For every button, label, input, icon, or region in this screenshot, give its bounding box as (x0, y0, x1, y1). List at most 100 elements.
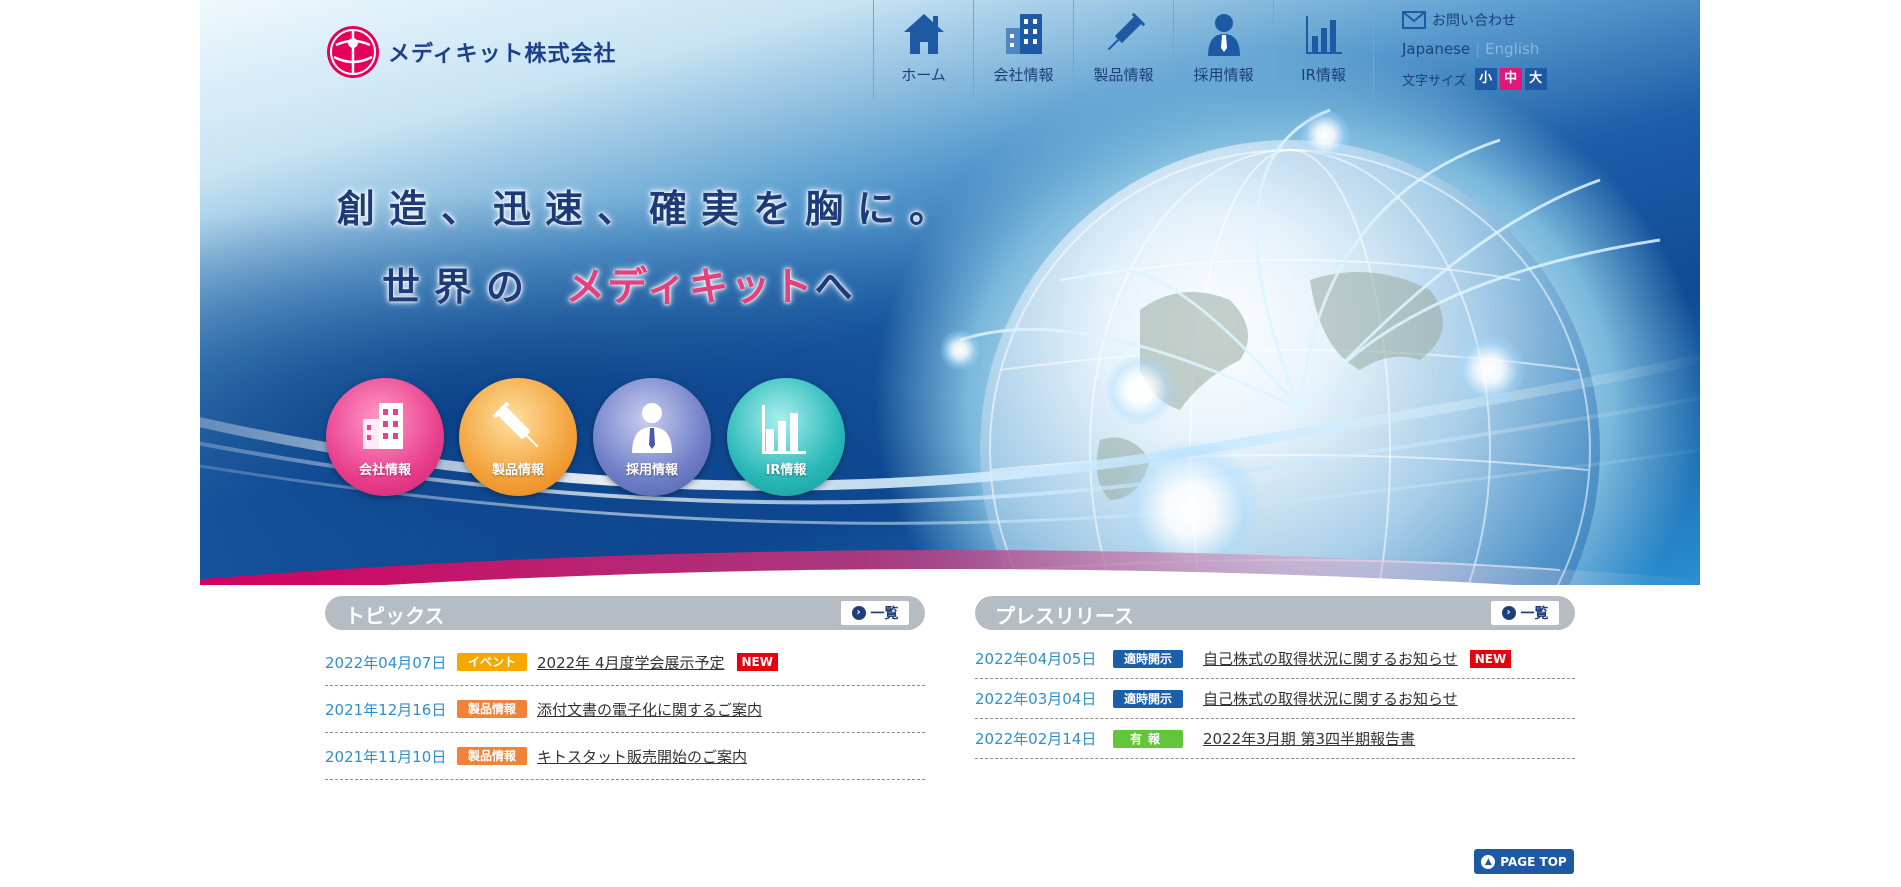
nav-item-label: IR情報 (1301, 66, 1346, 84)
list-item: 2022年04月07日 イベント 2022年 4月度学会展示予定 NEW (325, 639, 925, 686)
person-icon (1207, 14, 1240, 56)
glow-point (1105, 355, 1175, 425)
circle-link-label: 採用情報 (625, 463, 678, 478)
item-date: 2021年12月16日 (325, 700, 447, 719)
press-header: プレスリリース › 一覧 (975, 596, 1575, 630)
font-size-large-button[interactable]: 大 (1524, 68, 1547, 90)
chevron-up-icon: ▲ (1481, 854, 1496, 869)
circle-link-ir[interactable]: IR情報 (727, 378, 845, 496)
list-item: 2021年11月10日 製品情報 キトスタット販売開始のご案内 (325, 733, 925, 780)
hero-bottom-curve (200, 550, 1700, 585)
category-badge: 有報 (1113, 729, 1183, 748)
new-badge: NEW (736, 653, 778, 671)
list-item: 2021年12月16日 製品情報 添付文書の電子化に関するご案内 (325, 686, 925, 733)
topics-list-button[interactable]: › 一覧 (841, 601, 909, 625)
lang-english-link[interactable]: English (1485, 40, 1539, 58)
chevron-right-icon: › (851, 606, 866, 620)
lang-separator: | (1475, 40, 1481, 58)
category-badge: 適時開示 (1113, 689, 1183, 708)
nav-item-ir[interactable]: IR情報 (1274, 0, 1374, 99)
nav-item-products[interactable]: 製品情報 (1074, 0, 1174, 99)
font-size-switch: 文字サイズ 小 中 大 (1402, 68, 1547, 90)
glow-point (1300, 110, 1350, 160)
font-size-label: 文字サイズ (1402, 73, 1467, 89)
bar-chart-icon (762, 405, 806, 454)
topics-title: トピックス (345, 604, 445, 628)
topics-list: 2022年04月07日 イベント 2022年 4月度学会展示予定 NEW 202… (325, 639, 925, 780)
circle-link-label: 会社情報 (358, 463, 411, 478)
item-link[interactable]: 2022年 4月度学会展示予定 (537, 652, 725, 673)
content-stage: 創造、迅速、確実を胸に。 世界の メディキットへ 会社情報 製品情報 採用情報 … (200, 0, 1700, 887)
press-list-button[interactable]: › 一覧 (1491, 601, 1559, 625)
language-switch: Japanese | English (1402, 40, 1547, 58)
contact-label: お問い合わせ (1432, 13, 1516, 29)
list-button-label: 一覧 (1520, 606, 1549, 622)
circle-link-company[interactable]: 会社情報 (326, 378, 444, 496)
hero-tagline-brand: メディキット (565, 264, 815, 310)
list-item: 2022年04月05日 適時開示 自己株式の取得状況に関するお知らせ NEW (975, 639, 1575, 679)
font-size-medium-button[interactable]: 中 (1499, 68, 1522, 90)
item-link[interactable]: 自己株式の取得状況に関するお知らせ (1203, 688, 1458, 709)
press-title: プレスリリース (995, 604, 1134, 628)
network-arcs (959, 108, 1661, 412)
category-badge: イベント (457, 653, 527, 671)
circle-link-label: 製品情報 (491, 463, 544, 478)
category-badge: 製品情報 (457, 700, 527, 718)
chevron-right-icon: › (1501, 606, 1516, 620)
nav-item-label: 会社情報 (993, 66, 1054, 84)
syringe-icon (1107, 12, 1145, 51)
page-top-label: PAGE TOP (1500, 854, 1567, 869)
syringe-icon (492, 401, 539, 448)
nav-item-home[interactable]: ホーム (874, 0, 974, 99)
item-date: 2022年03月04日 (975, 690, 1097, 708)
building-icon (363, 403, 403, 449)
list-item: 2022年02月14日 有報 2022年3月期 第3四半期報告書 (975, 719, 1575, 759)
person-icon (632, 403, 672, 453)
item-date: 2022年02月14日 (975, 730, 1097, 748)
item-link[interactable]: キトスタット販売開始のご案内 (537, 746, 747, 767)
item-link[interactable]: 添付文書の電子化に関するご案内 (537, 699, 762, 720)
page: 創造、迅速、確実を胸に。 世界の メディキットへ 会社情報 製品情報 採用情報 … (0, 0, 1901, 887)
utility-nav: お問い合わせ Japanese | English 文字サイズ 小 中 大 (1402, 10, 1547, 90)
building-icon (1005, 14, 1042, 54)
glow-point (1455, 335, 1525, 405)
press-panel: プレスリリース › 一覧 2022年04月05日 適時開示 自己株式の取得状況に関… (975, 596, 1575, 759)
hero-tagline-prefix: 世界の (382, 264, 539, 309)
item-link[interactable]: 2022年3月期 第3四半期報告書 (1203, 728, 1415, 749)
page-top-button[interactable]: ▲ PAGE TOP (1474, 849, 1574, 874)
category-badge: 製品情報 (457, 747, 527, 765)
item-date: 2021年11月10日 (325, 747, 447, 766)
mail-icon (1402, 11, 1426, 29)
item-date: 2022年04月05日 (975, 650, 1097, 668)
circle-link-label: IR情報 (765, 463, 807, 478)
lang-japanese-link[interactable]: Japanese (1402, 40, 1470, 58)
list-button-label: 一覧 (870, 606, 899, 622)
circle-link-recruit[interactable]: 採用情報 (593, 378, 711, 496)
hero-tagline-line2: 世界の メディキットへ (382, 254, 866, 312)
hero-tagline-suffix: へ (814, 264, 867, 309)
circle-link-products[interactable]: 製品情報 (459, 378, 577, 496)
press-list: 2022年04月05日 適時開示 自己株式の取得状況に関するお知らせ NEW 2… (975, 639, 1575, 759)
new-badge: NEW (1469, 649, 1512, 668)
nav-item-label: ホーム (901, 66, 946, 84)
company-logo[interactable]: メディキット株式会社 (326, 25, 616, 79)
font-size-small-button[interactable]: 小 (1474, 68, 1497, 90)
bar-chart-icon (1305, 16, 1342, 54)
item-date: 2022年04月07日 (325, 653, 447, 672)
global-nav: ホーム 会社情報 製品情報 採用情報 IR情報 (873, 0, 1374, 99)
topics-panel: トピックス › 一覧 2022年04月07日 イベント 2022年 4月度学会展示… (325, 596, 925, 780)
nav-item-company[interactable]: 会社情報 (974, 0, 1074, 99)
logo-mark-icon (327, 26, 379, 78)
hero-tagline-line1: 創造、迅速、確実を胸に。 (337, 186, 962, 231)
glow-point (940, 330, 980, 370)
nav-item-label: 製品情報 (1093, 66, 1154, 84)
category-badge: 適時開示 (1113, 649, 1183, 668)
topics-header: トピックス › 一覧 (325, 596, 925, 630)
logo-text: メディキット株式会社 (388, 42, 617, 67)
home-icon (903, 14, 944, 54)
nav-item-recruit[interactable]: 採用情報 (1174, 0, 1274, 99)
nav-item-label: 採用情報 (1193, 66, 1254, 84)
contact-link[interactable]: お問い合わせ (1402, 10, 1547, 30)
item-link[interactable]: 自己株式の取得状況に関するお知らせ (1203, 648, 1458, 669)
list-item: 2022年03月04日 適時開示 自己株式の取得状況に関するお知らせ (975, 679, 1575, 719)
